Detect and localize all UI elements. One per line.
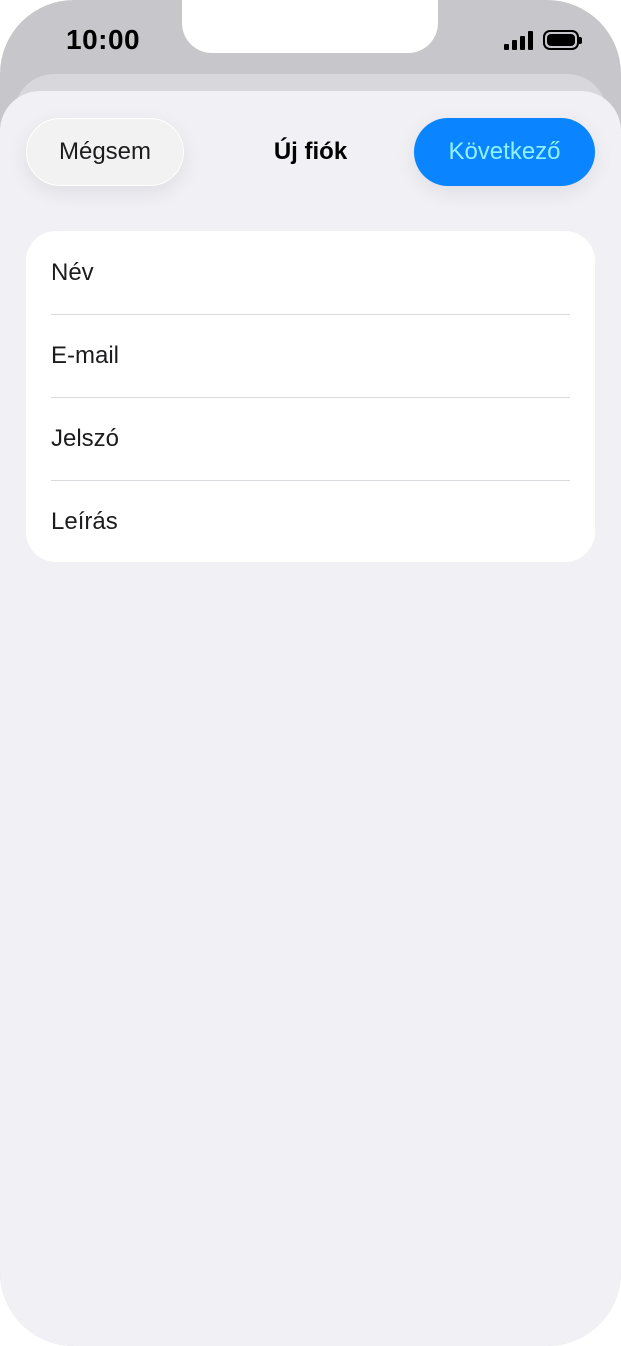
status-icons <box>504 30 582 50</box>
description-field[interactable] <box>51 507 551 536</box>
battery-icon <box>543 30 582 50</box>
password-field[interactable] <box>51 424 551 453</box>
account-form <box>26 231 595 562</box>
email-field[interactable] <box>51 341 551 370</box>
description-row <box>26 480 595 563</box>
name-field[interactable] <box>51 258 551 287</box>
new-account-sheet: Mégsem Új fiók Következő <box>0 91 621 1346</box>
next-button[interactable]: Következő <box>414 118 595 186</box>
notch <box>182 0 438 53</box>
device-frame: 10:00 Mégsem Új fiók Következő <box>0 0 621 1346</box>
email-row <box>26 314 595 397</box>
status-time: 10:00 <box>66 24 141 55</box>
password-row <box>26 397 595 480</box>
cellular-signal-icon <box>504 30 533 50</box>
name-row <box>26 231 595 314</box>
